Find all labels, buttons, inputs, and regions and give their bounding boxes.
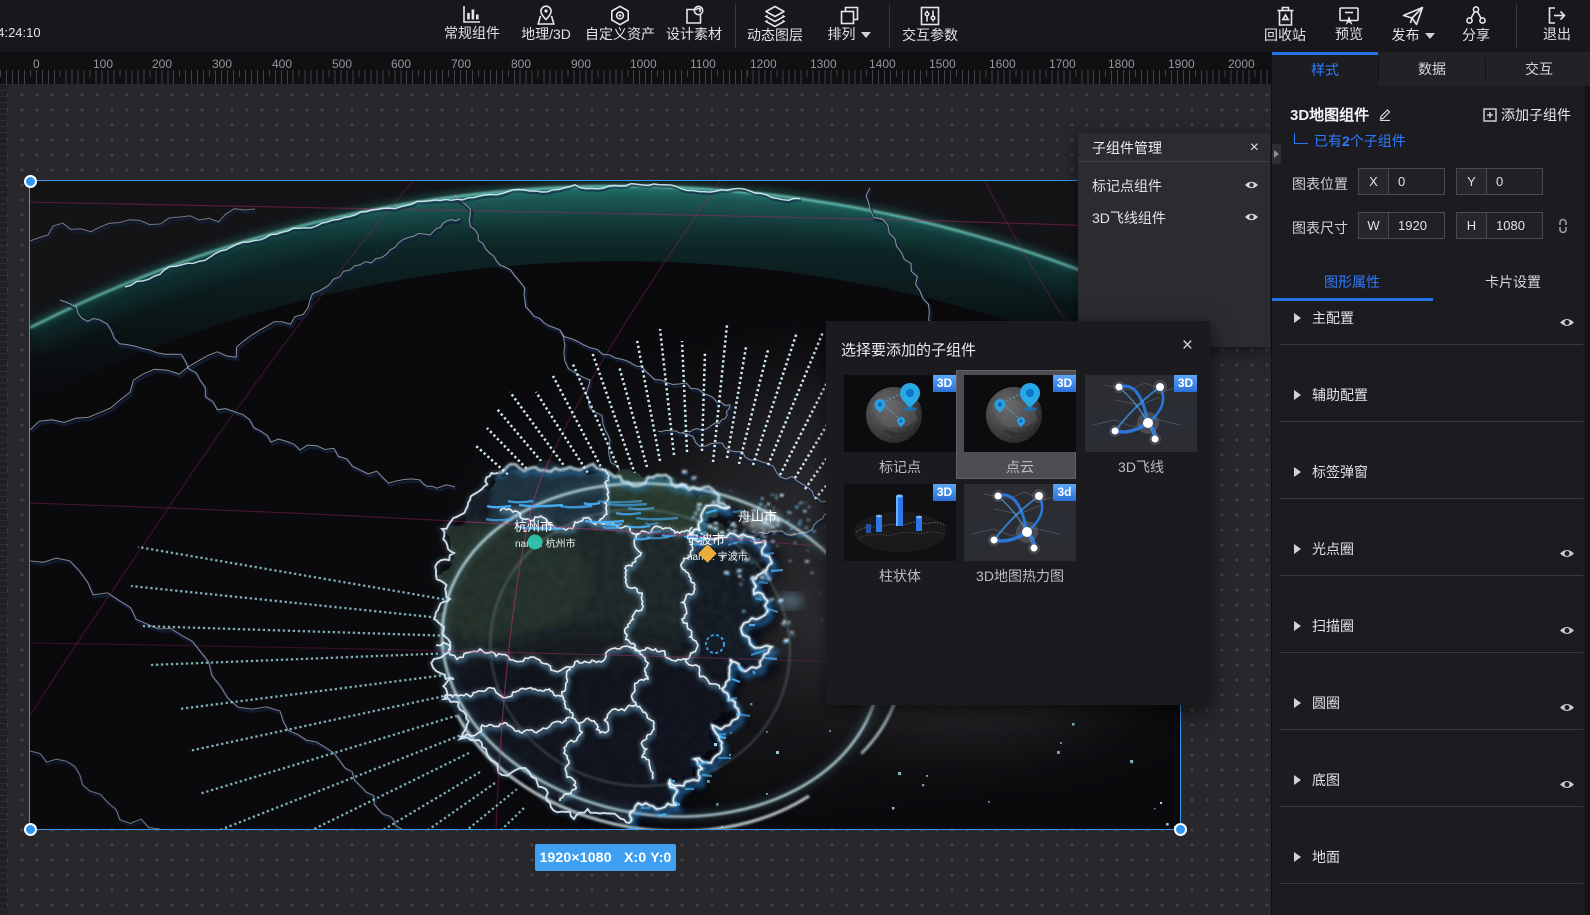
svg-text:name: 宁波市: name: 宁波市 <box>687 550 748 563</box>
svg-text:舟山市: 舟山市 <box>738 509 777 524</box>
svg-text:杭州市: 杭州市 <box>514 519 553 534</box>
svg-text:name: 杭州市: name: 杭州市 <box>515 537 576 550</box>
svg-text:宁波市: 宁波市 <box>686 532 725 547</box>
